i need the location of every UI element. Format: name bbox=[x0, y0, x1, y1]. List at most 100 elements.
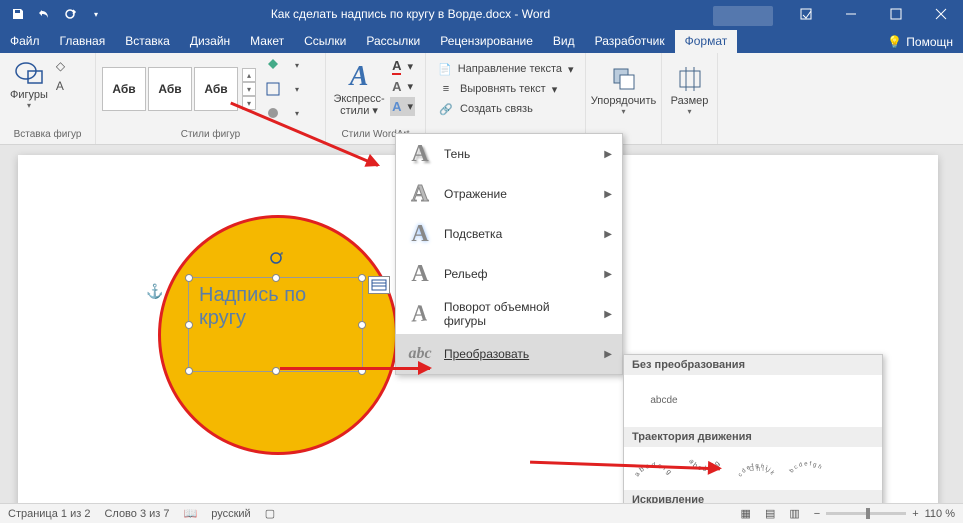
anchor-icon: ⚓ bbox=[146, 283, 163, 300]
resize-handle[interactable] bbox=[358, 321, 366, 329]
tab-home[interactable]: Главная bbox=[50, 30, 116, 53]
window-title: Как сделать надпись по кругу в Ворде.doc… bbox=[108, 7, 713, 21]
transform-button[interactable]: b c d e f g h bbox=[784, 449, 832, 487]
align-text-button[interactable]: ≡Выровнять текст ▾ bbox=[436, 80, 575, 98]
shadow-icon: A bbox=[406, 141, 434, 168]
svg-text:G h i j: G h i j bbox=[749, 466, 768, 473]
titlebar: ▾ Как сделать надпись по кругу в Ворде.d… bbox=[0, 0, 963, 28]
window-controls bbox=[783, 0, 963, 28]
tab-mailings[interactable]: Рассылки bbox=[356, 30, 430, 53]
qat-dropdown-icon[interactable]: ▾ bbox=[84, 2, 108, 26]
arrange-button[interactable]: Упорядочить ▾ bbox=[592, 55, 655, 123]
status-language[interactable]: русский bbox=[211, 508, 250, 520]
menu-item-glow[interactable]: A Подсветка ▶ bbox=[396, 214, 622, 254]
bulb-icon: 💡 bbox=[887, 35, 902, 49]
gallery-up-icon[interactable]: ▴ bbox=[242, 68, 256, 82]
text-effects-button[interactable]: A▾ bbox=[390, 97, 415, 116]
close-button[interactable] bbox=[918, 0, 963, 28]
tab-file[interactable]: Файл bbox=[0, 30, 50, 53]
dropdown-icon[interactable]: ▾ bbox=[286, 54, 308, 76]
zoom-in-icon[interactable]: + bbox=[912, 508, 918, 520]
shapes-icon bbox=[13, 57, 45, 89]
menu-label: Отражение bbox=[444, 187, 507, 201]
transform-circle[interactable]: c d e f g h i j kG h i j bbox=[733, 449, 781, 487]
resize-handle[interactable] bbox=[185, 367, 193, 375]
view-web-icon[interactable]: ▥ bbox=[789, 507, 799, 520]
shape-style-2[interactable]: Абв bbox=[148, 67, 192, 111]
tell-me-label: Помощн bbox=[906, 35, 953, 49]
submenu-arrow-icon: ▶ bbox=[604, 189, 612, 200]
text-line-2: кругу bbox=[199, 307, 352, 330]
minimize-button[interactable] bbox=[828, 0, 873, 28]
zoom-control[interactable]: − + 110 % bbox=[814, 508, 955, 520]
ribbon-options-icon[interactable] bbox=[783, 0, 828, 28]
text-content[interactable]: Надпись по кругу bbox=[189, 278, 362, 336]
save-icon[interactable] bbox=[6, 2, 30, 26]
shapes-button[interactable]: Фигуры ▾ bbox=[6, 55, 52, 112]
dropdown-icon[interactable]: ▾ bbox=[286, 78, 308, 100]
text-effects-dropdown: A Тень ▶ A Отражение ▶ A Подсветка ▶ A Р… bbox=[395, 133, 623, 375]
quick-styles-button[interactable]: A Экспресс-стили ▾ bbox=[332, 55, 386, 123]
text-direction-label: Направление текста bbox=[458, 63, 562, 75]
text-fill-button[interactable]: A▾ bbox=[390, 57, 415, 76]
menu-label: Тень bbox=[444, 147, 470, 161]
resize-handle[interactable] bbox=[185, 274, 193, 282]
maximize-button[interactable] bbox=[873, 0, 918, 28]
transform-section-none: Без преобразования bbox=[624, 355, 882, 375]
edit-shape-icon[interactable]: ◇ bbox=[56, 59, 74, 77]
chevron-down-icon: ▾ bbox=[687, 107, 691, 116]
rotate-handle-icon[interactable] bbox=[268, 250, 284, 266]
annotation-arrow bbox=[280, 367, 430, 370]
group-arrange: Упорядочить ▾ bbox=[586, 53, 662, 144]
status-spellcheck-icon[interactable]: 📖 bbox=[184, 507, 198, 520]
status-words[interactable]: Слово 3 из 7 bbox=[104, 508, 169, 520]
zoom-out-icon[interactable]: − bbox=[814, 508, 820, 520]
resize-handle[interactable] bbox=[272, 274, 280, 282]
undo-icon[interactable] bbox=[32, 2, 56, 26]
tell-me[interactable]: 💡 Помощн bbox=[877, 31, 963, 53]
dropdown-icon[interactable]: ▾ bbox=[286, 102, 308, 124]
shape-style-1[interactable]: Абв bbox=[102, 67, 146, 111]
transform-none[interactable]: abcde bbox=[634, 381, 694, 421]
tab-developer[interactable]: Разработчик bbox=[585, 30, 675, 53]
text-direction-button[interactable]: 📄Направление текста ▾ bbox=[436, 60, 575, 78]
shape-fill-icon[interactable] bbox=[262, 54, 284, 76]
submenu-arrow-icon: ▶ bbox=[604, 269, 612, 280]
menu-item-reflection[interactable]: A Отражение ▶ bbox=[396, 174, 622, 214]
gallery-down-icon[interactable]: ▾ bbox=[242, 82, 256, 96]
tab-insert[interactable]: Вставка bbox=[115, 30, 180, 53]
status-macro-icon[interactable]: ▢ bbox=[265, 507, 275, 520]
transform-path-row: a b c d e f g a b c d e f g c d e f g h … bbox=[624, 447, 882, 490]
layout-options-icon[interactable] bbox=[368, 276, 390, 294]
reflection-icon: A bbox=[406, 181, 434, 208]
submenu-arrow-icon: ▶ bbox=[604, 149, 612, 160]
create-link-button[interactable]: 🔗Создать связь bbox=[436, 100, 575, 118]
tab-view[interactable]: Вид bbox=[543, 30, 585, 53]
group-label-insert-shapes: Вставка фигур bbox=[6, 129, 89, 142]
resize-handle[interactable] bbox=[358, 274, 366, 282]
view-print-icon[interactable]: ▤ bbox=[765, 507, 775, 520]
text-frame[interactable]: Надпись по кругу bbox=[188, 277, 363, 372]
view-read-icon[interactable]: ▦ bbox=[741, 507, 751, 520]
tab-design[interactable]: Дизайн bbox=[180, 30, 240, 53]
text-outline-button[interactable]: A▾ bbox=[390, 78, 415, 95]
menu-item-shadow[interactable]: A Тень ▶ bbox=[396, 134, 622, 174]
zoom-value[interactable]: 110 % bbox=[925, 508, 955, 520]
zoom-slider[interactable] bbox=[826, 512, 906, 515]
size-button[interactable]: Размер ▾ bbox=[668, 55, 711, 123]
glow-icon: A bbox=[406, 221, 434, 248]
tab-references[interactable]: Ссылки bbox=[294, 30, 356, 53]
redo-icon[interactable] bbox=[58, 2, 82, 26]
menu-item-rotation[interactable]: A Поворот объемной фигуры ▶ bbox=[396, 294, 622, 334]
shape-outline-icon[interactable] bbox=[262, 78, 284, 100]
tab-layout[interactable]: Макет bbox=[240, 30, 294, 53]
status-page[interactable]: Страница 1 из 2 bbox=[8, 508, 90, 520]
share-button[interactable] bbox=[713, 6, 773, 26]
resize-handle[interactable] bbox=[272, 367, 280, 375]
tab-format[interactable]: Формат bbox=[675, 30, 738, 53]
resize-handle[interactable] bbox=[185, 321, 193, 329]
tab-review[interactable]: Рецензирование bbox=[430, 30, 543, 53]
menu-item-bevel[interactable]: A Рельеф ▶ bbox=[396, 254, 622, 294]
create-link-label: Создать связь bbox=[460, 103, 533, 115]
text-box-icon[interactable]: A bbox=[56, 79, 74, 97]
